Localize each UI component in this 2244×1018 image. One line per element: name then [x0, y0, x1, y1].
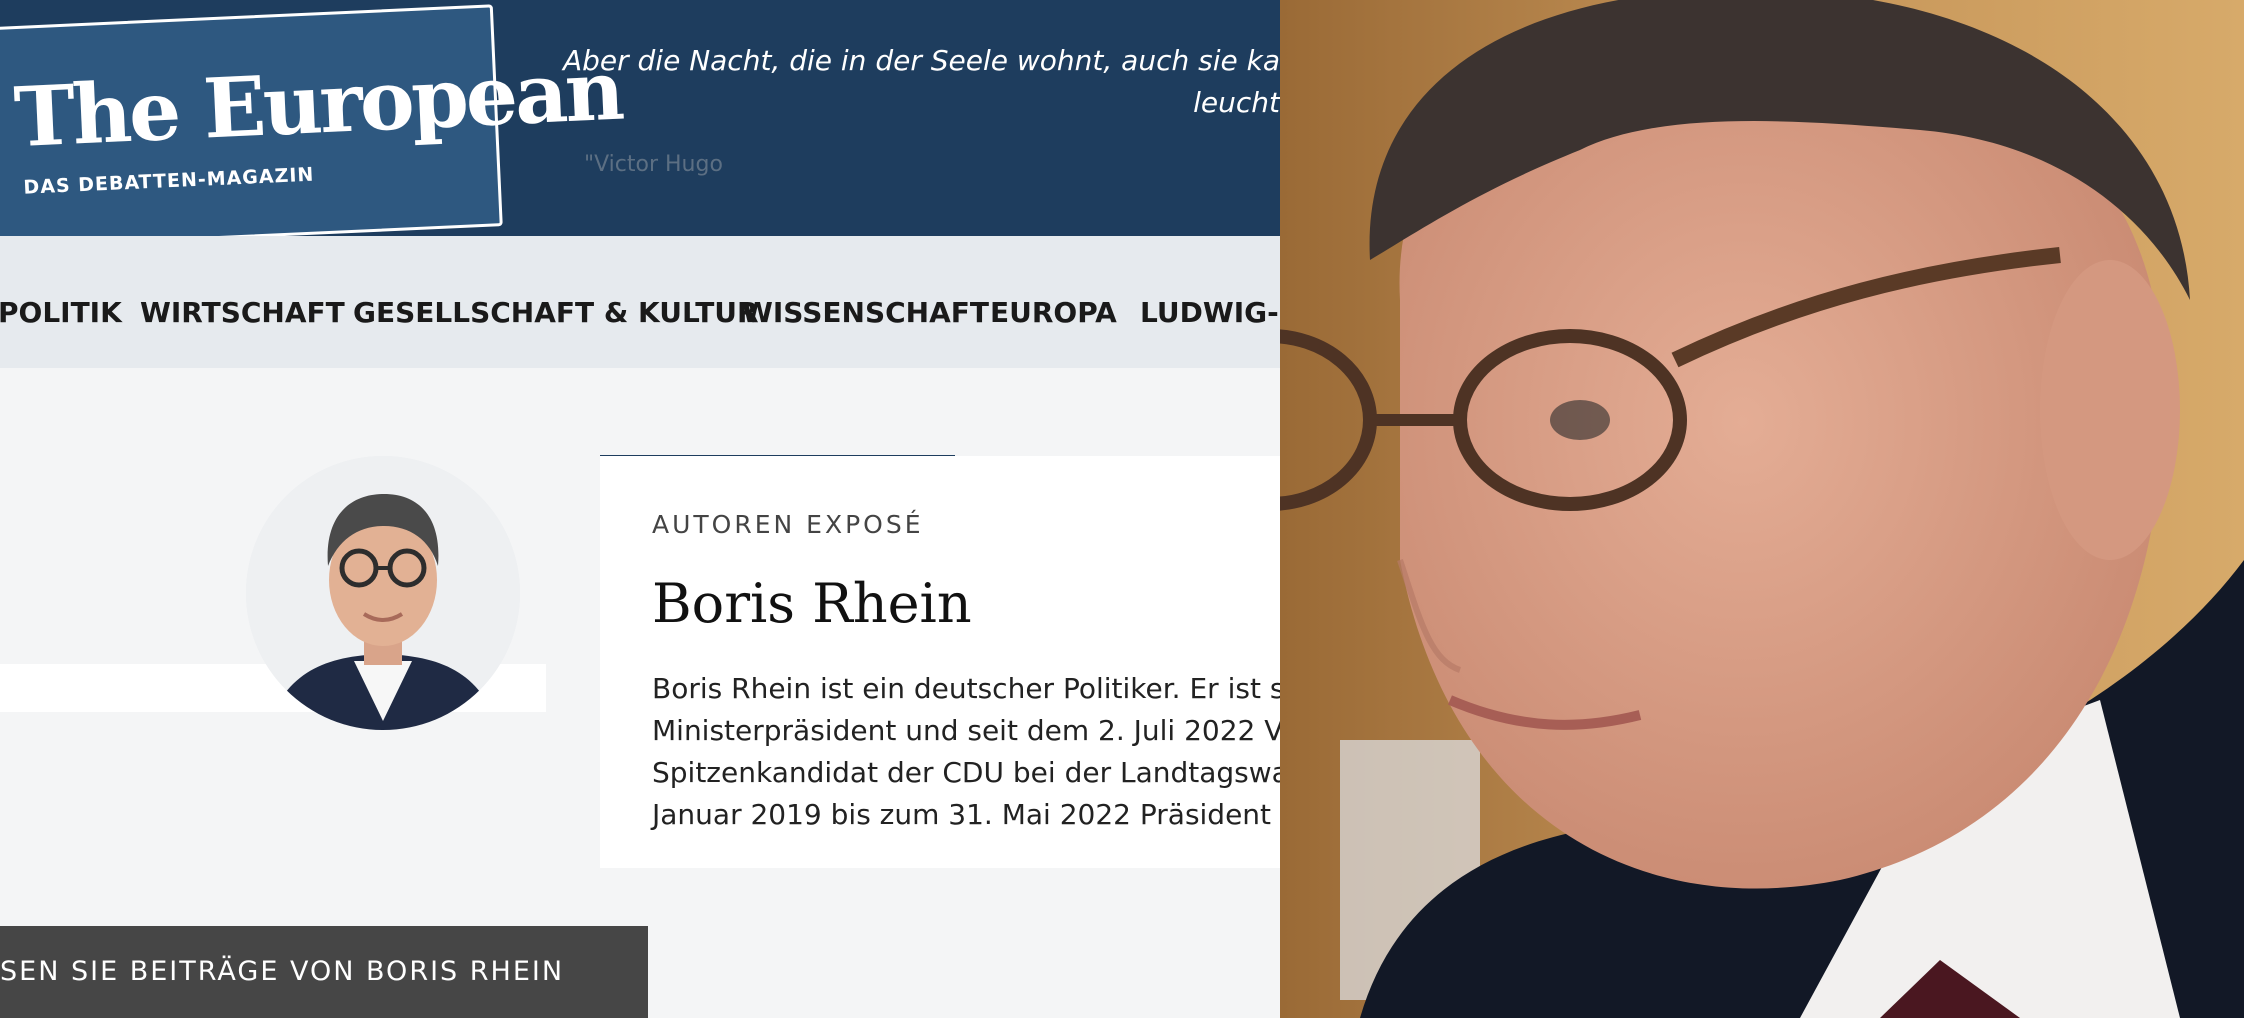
- bio-line: Boris Rhein ist ein deutscher Politiker.…: [652, 672, 1280, 705]
- nav-item-wissenschaft[interactable]: WISSENSCHAFT: [742, 296, 989, 329]
- quote-line-1: Aber die Nacht, die in der Seele wohnt, …: [562, 44, 1280, 77]
- read-articles-button[interactable]: SEN SIE BEITRÄGE VON BORIS RHEIN: [0, 926, 648, 1018]
- person-closeup-image: [1280, 0, 2244, 1018]
- author-avatar: [246, 456, 520, 730]
- bio-line: Januar 2019 bis zum 31. Mai 2022 Präside…: [652, 798, 1280, 831]
- quote-line-2: leucht: [1193, 86, 1280, 119]
- read-articles-label: SEN SIE BEITRÄGE VON BORIS RHEIN: [0, 956, 565, 987]
- bio-line: Spitzenkandidat der CDU bei der Landtags…: [652, 756, 1280, 789]
- author-bio: Boris Rhein ist ein deutscher Politiker.…: [652, 668, 1280, 836]
- card-kicker: AUTOREN EXPOSÉ: [652, 510, 924, 539]
- website-panel: The European DAS DEBATTEN-MAGAZIN Aber d…: [0, 0, 1280, 1018]
- bio-line: Ministerpräsident und seit dem 2. Juli 2…: [652, 714, 1280, 747]
- nav-item-wirtschaft[interactable]: WIRTSCHAFT: [140, 296, 345, 329]
- header-quote: Aber die Nacht, die in der Seele wohnt, …: [460, 40, 1280, 124]
- author-portrait-image: [246, 456, 520, 730]
- nav-item-politik[interactable]: POLITIK: [0, 296, 122, 329]
- video-closeup-panel: [1280, 0, 2244, 1018]
- author-name: Boris Rhein: [652, 572, 972, 635]
- main-navigation: POLITIK WIRTSCHAFT GESELLSCHAFT & KULTUR…: [0, 236, 1280, 368]
- quote-author: "Victor Hugo: [584, 152, 723, 177]
- author-expose-card: AUTOREN EXPOSÉ Boris Rhein Boris Rhein i…: [600, 456, 1280, 868]
- logo-subtitle: DAS DEBATTEN-MAGAZIN: [23, 163, 315, 199]
- nav-item-ludwig-erhard[interactable]: LUDWIG-E: [1140, 296, 1280, 329]
- nav-item-gesellschaft-kultur[interactable]: GESELLSCHAFT & KULTUR: [353, 296, 759, 329]
- site-header: The European DAS DEBATTEN-MAGAZIN Aber d…: [0, 0, 1280, 250]
- nav-item-europa[interactable]: EUROPA: [990, 296, 1117, 329]
- site-logo[interactable]: The European DAS DEBATTEN-MAGAZIN: [0, 4, 624, 250]
